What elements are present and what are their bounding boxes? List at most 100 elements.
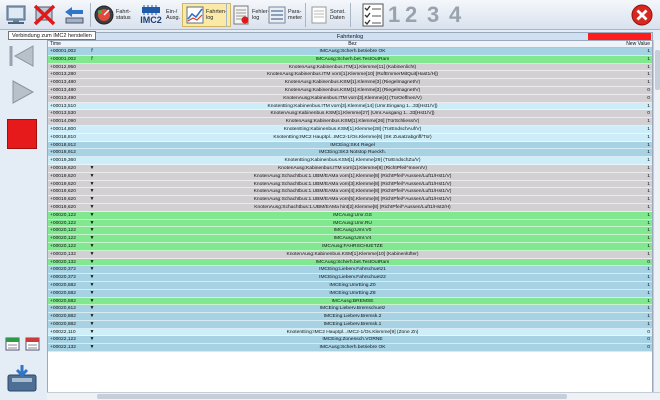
table-row[interactable]: +00020,132 ▼ KnotenAusg:Kabinenbus.KSM[1].… <box>48 250 652 259</box>
table-row[interactable]: +00020,582 ▼ IMCEing:UmrEing.Z0 1 <box>48 281 652 290</box>
flag-cell: ▼ <box>89 164 95 171</box>
checklist-icon <box>362 3 384 27</box>
page-number-4: 4 <box>449 2 462 27</box>
fahrtenlog-button[interactable]: Fahrten- log <box>182 3 231 27</box>
table-row[interactable]: +00018,912 IMCEing:SK4 Riegel 1 <box>48 141 652 150</box>
time-cell: +00020,122 <box>50 228 76 234</box>
page-1-button[interactable]: 1 <box>388 2 400 28</box>
column-header-flag[interactable] <box>86 41 98 47</box>
parameter-button[interactable]: Para- meter <box>268 2 302 28</box>
export-excel-icon[interactable] <box>5 337 20 351</box>
flag-cell: ▼ <box>89 203 95 210</box>
value-cell: 1 <box>647 165 650 171</box>
einaus-button[interactable]: Ein-/ Ausg. <box>164 2 180 28</box>
parameter-icon <box>268 6 286 24</box>
table-row[interactable]: +00022,132 ▼ IMCAusg:Scherh.betriebre OK 0 <box>48 344 652 353</box>
value-cell: 1 <box>647 314 650 320</box>
stop-button[interactable] <box>3 117 41 151</box>
vertical-scrollbar[interactable] <box>653 40 660 393</box>
table-row[interactable]: +00022,122 ▼ IMCEing:Zonensch.VORNE 0 <box>48 336 652 345</box>
table-row[interactable]: +00020,122 ▼ IMCAusg:FAHRSCHUETZE 1 <box>48 242 652 251</box>
connect-button[interactable] <box>4 2 30 28</box>
value-cell: 1 <box>647 126 650 132</box>
table-row[interactable]: +00022,110 ▼ KnotenEing:IMC2 Hauptpl...IMC… <box>48 328 652 337</box>
table-row[interactable]: +00019,620 ▼ KnotenAusg:Schachtbus:1.UBM/E… <box>48 196 652 204</box>
table-row[interactable]: +00001,002 f IMCAusg:Scherh.bet.TestOutRam… <box>48 55 652 64</box>
save-button[interactable] <box>3 361 41 395</box>
bez-cell: IMCEing:SK3 Notstop Rueckh. <box>319 150 386 156</box>
checklist-button[interactable] <box>362 2 384 28</box>
value-cell: 1 <box>647 290 650 296</box>
table-row[interactable]: +00020,122 ▼ IMCAusg:Umr.RU 1 <box>48 219 652 228</box>
value-cell: 1 <box>647 142 650 148</box>
time-cell: +00020,612 <box>50 306 76 312</box>
time-cell: +00014,800 <box>50 126 76 132</box>
value-cell: 1 <box>647 212 650 218</box>
flag-cell <box>86 149 98 156</box>
horizontal-scroll-thumb[interactable] <box>97 394 567 399</box>
table-row[interactable]: +00019,620 ▼ KnotenAusg:Schachtbus:1.UBM/E… <box>48 180 652 189</box>
bez-cell: KnotenAusg:Schachtbus:1.UBM/EAMa vorn[4]… <box>253 189 452 195</box>
transfer-button[interactable] <box>62 2 86 28</box>
table-row[interactable]: +00020,582 ▼ IMCEing:UmrEing.Z8 1 <box>48 289 652 298</box>
export-file-icon[interactable] <box>25 337 40 351</box>
table-row[interactable]: +00020,612 ▼ IMCEing:Lieberv.Bremschuetz 1 <box>48 305 652 314</box>
table-row[interactable]: +00013,480 KnotenAusg:Kabinenbus.KSM[1].K… <box>48 79 652 87</box>
table-row[interactable]: +00018,912 IMCEing:SK3 Notstop Rueckh. 1 <box>48 149 652 158</box>
page-2-button[interactable]: 2 <box>405 2 417 28</box>
table-row[interactable]: +00019,620 ▼ KnotenAusg:Schachtbus:1.UBM/E… <box>48 172 652 181</box>
table-row[interactable]: +00014,090 KnotenAusg:Kabinenbus.KSM[1].K… <box>48 118 652 126</box>
disconnect-button[interactable] <box>32 2 58 28</box>
table-row[interactable]: +00020,882 ▼ IMCEing:Lieberv.Bremsk.1 1 <box>48 320 652 329</box>
time-cell: +00020,122 <box>50 243 76 249</box>
page-3-button[interactable]: 3 <box>427 2 439 28</box>
table-row[interactable]: +00020,372 ▼ IMCEing:Lieberv.Fahrschuetz2 1 <box>48 274 652 282</box>
horizontal-scrollbar[interactable] <box>47 392 660 400</box>
column-header-new-value[interactable]: New Value <box>607 41 652 47</box>
table-row[interactable]: +00018,810 KnotenEing:IMC2 Hauptpl...IMC2… <box>48 133 652 142</box>
value-cell: 1 <box>647 119 650 125</box>
time-cell: +00019,620 <box>50 197 76 203</box>
value-cell: 1 <box>647 103 650 109</box>
fahrtstatus-button[interactable]: Fahrt- status <box>94 2 131 28</box>
flag-cell: ▼ <box>89 188 95 195</box>
table-row[interactable]: +00020,132 ▼ IMCAusg:Scherh.bet.TestOutRam… <box>48 258 652 267</box>
table-row[interactable]: +00020,122 ▼ IMCAusg:Umr.V0 1 <box>48 227 652 236</box>
close-button[interactable] <box>631 2 653 28</box>
rewind-button[interactable] <box>3 41 41 71</box>
vertical-scroll-thumb[interactable] <box>655 50 660 90</box>
table-row[interactable]: +00013,530 KnotenAusg:Kabinenbus.KSM[1].K… <box>48 110 652 119</box>
fahrtenlog-grid: Fahrtenlog Time Bez New Value +00001,002… <box>47 32 653 393</box>
table-row[interactable]: +00012,950 KnotenAusg:Kabinenbus.ITM[1].K… <box>48 63 652 72</box>
table-row[interactable]: +00001,002 f IMCAusg:Scherh.betriebre OK 1 <box>48 48 652 56</box>
table-row[interactable]: +00019,620 ▼ KnotenAusg:Schachtbus:1.UBM/E… <box>48 188 652 197</box>
table-row[interactable]: +00013,510 KnotenEing:Kabinenbus.ITM vorn… <box>48 102 652 111</box>
table-row[interactable]: +00013,490 KnotenAusg:Kabinenbus.ITM vorn… <box>48 94 652 103</box>
bez-cell: IMCAusg:Umr.RU <box>333 220 372 226</box>
bez-cell: IMCEing:Lieberv.Bremsk.1 <box>323 321 382 327</box>
imc2-button[interactable]: IMC2 <box>140 2 162 28</box>
play-button[interactable] <box>3 77 41 107</box>
time-cell: +00019,620 <box>50 204 76 210</box>
table-row[interactable]: +00020,122 ▼ IMCAusg:Umr.V4 1 <box>48 235 652 243</box>
table-row[interactable]: +00019,620 ▼ KnotenAusg:Kabinenbus.ITM vor… <box>48 164 652 173</box>
table-row[interactable]: +00019,360 KnotenEing:Kabinenbus.KSM[1].K… <box>48 157 652 165</box>
table-row[interactable]: +00020,372 ▼ IMCEing:Lieberv.Fahrschuetz1 1 <box>48 266 652 275</box>
table-row[interactable]: +00020,882 ▼ IMCEing:Lieberv.Bremsk.2 1 <box>48 313 652 321</box>
page-4-button[interactable]: 4 <box>449 2 461 28</box>
table-row[interactable]: +00020,122 ▼ IMCAusg:Umr.GS 1 <box>48 211 652 220</box>
table-row[interactable]: +00019,620 ▼ KnotenAusg:Schachtbus:1.UBM/E… <box>48 203 652 212</box>
column-header-bez[interactable]: Bez <box>98 41 607 47</box>
flag-cell: ▼ <box>89 180 95 187</box>
close-icon <box>631 4 653 26</box>
column-header-time[interactable]: Time <box>48 41 86 47</box>
flag-cell: ▼ <box>89 219 95 226</box>
fehlerlog-button[interactable]: Fehler- log <box>232 2 269 28</box>
table-row[interactable]: +00013,280 KnotenAusg:Kabinenbus.ITM vorn… <box>48 71 652 80</box>
flag-cell: f <box>91 55 93 62</box>
table-row[interactable]: +00020,582 ▼ IMCAusg:BREMSE 1 <box>48 297 652 306</box>
value-cell: 1 <box>647 56 650 62</box>
sonstdaten-button[interactable]: Sonst. Daten <box>310 2 346 28</box>
table-row[interactable]: +00014,800 KnotenEing:Kabinenbus.KSM[1].K… <box>48 125 652 134</box>
table-row[interactable]: +00013,480 KnotenAusg:Kabinenbus.KSM[1].K… <box>48 86 652 95</box>
